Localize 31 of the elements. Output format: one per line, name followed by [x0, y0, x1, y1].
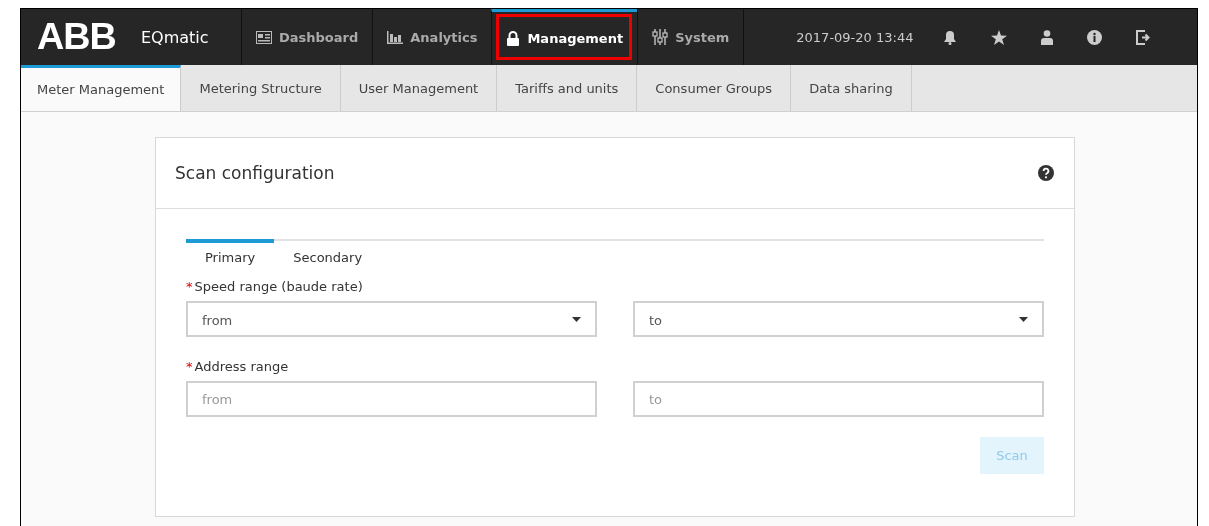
nav-tab[interactable]: Management [491, 9, 638, 65]
required-mark: * [186, 359, 193, 374]
bar-chart-icon [387, 30, 404, 44]
lock-icon [506, 31, 521, 46]
dropdown[interactable]: to [633, 301, 1044, 337]
logout-button[interactable] [1134, 27, 1153, 47]
dashboard-icon [256, 30, 272, 44]
info-button[interactable] [1085, 27, 1105, 47]
input-field[interactable]: from [186, 381, 597, 417]
logo: ABB [37, 19, 117, 55]
dropdown[interactable]: from [186, 301, 597, 337]
field-label: Address range [194, 359, 289, 374]
tab[interactable]: Primary [186, 239, 275, 271]
tab[interactable]: User Management [340, 65, 498, 111]
date-time: 2017-09-20 13:44 [796, 29, 914, 45]
tab[interactable]: Secondary [274, 239, 382, 271]
tab[interactable]: Data sharing [791, 65, 912, 111]
caret-icon [572, 316, 581, 322]
input-field[interactable]: to [633, 381, 1044, 417]
help-icon [1038, 165, 1054, 181]
app-name: EQmatic [141, 27, 210, 47]
tab[interactable]: Metering Structure [181, 65, 341, 111]
user-button[interactable] [1039, 27, 1056, 47]
sliders-icon [652, 29, 669, 45]
tab[interactable]: Consumer Groups [637, 65, 792, 111]
card-title: Scan configuration [175, 163, 335, 183]
caret-icon [1019, 316, 1028, 322]
tab[interactable]: Meter Management [21, 65, 182, 111]
required-mark: * [186, 279, 193, 294]
field-label: Speed range (baude rate) [194, 279, 363, 294]
tab[interactable]: Tariffs and units [497, 65, 638, 111]
